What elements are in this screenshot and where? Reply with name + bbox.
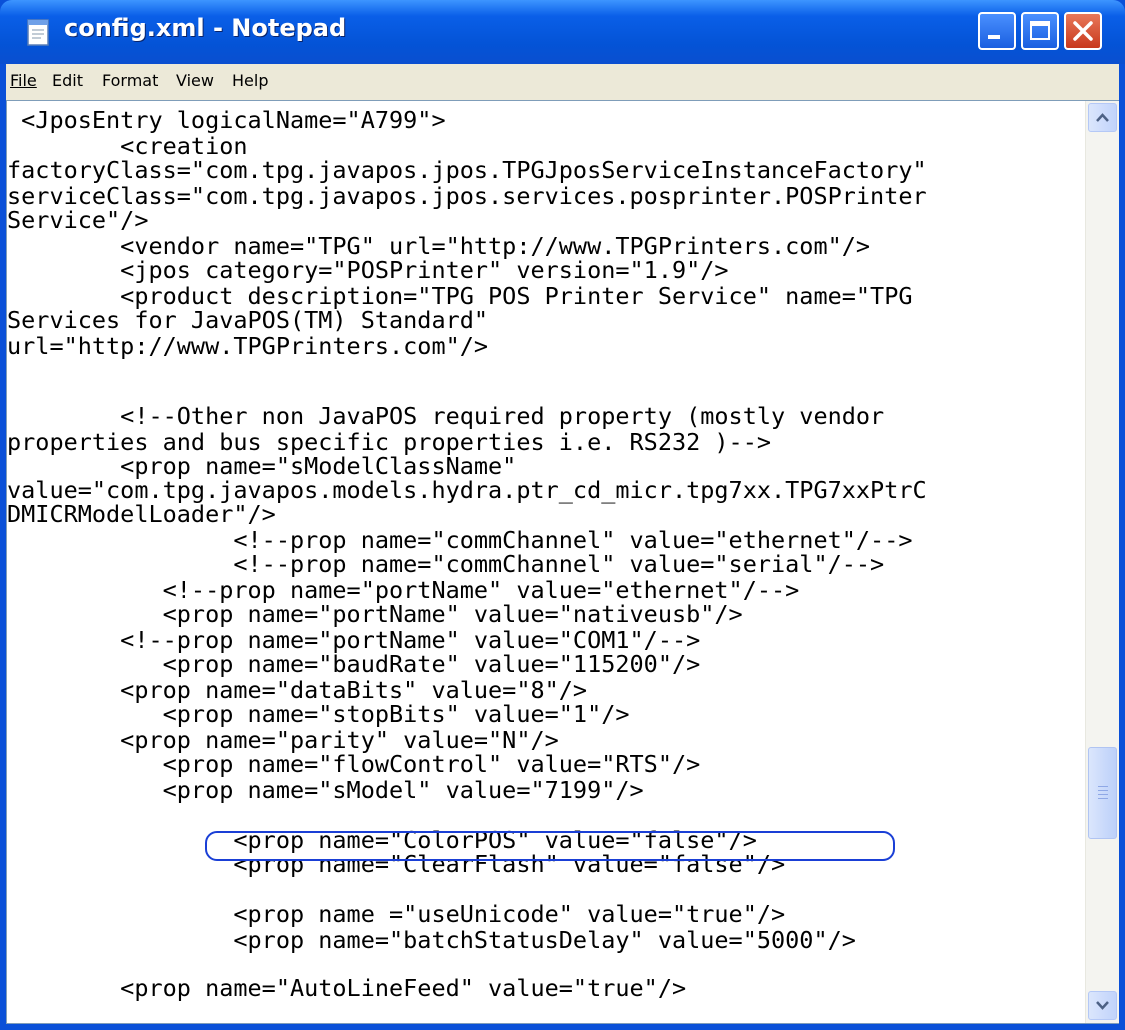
text-line: <prop name="stopBits" value="1"/>: [7, 700, 630, 728]
text-line: <prop name="sModel" value="7199"/>: [7, 776, 644, 804]
menu-file-label: File: [10, 71, 37, 90]
maximize-icon: [1030, 21, 1050, 40]
minimize-button[interactable]: [978, 12, 1016, 50]
text-line: DMICRModelLoader"/>: [7, 500, 276, 528]
menu-help[interactable]: Help: [232, 71, 268, 90]
menu-format-label: Format: [102, 71, 159, 90]
text-editor[interactable]: <JposEntry logicalName="A799"> <creation…: [6, 100, 1119, 1024]
minimize-icon: [988, 35, 1000, 39]
scroll-down-button[interactable]: [1088, 991, 1117, 1020]
window-title: config.xml - Notepad: [64, 14, 347, 42]
text-line: url="http://www.TPGPrinters.com"/>: [7, 332, 489, 360]
menu-help-label: Help: [232, 71, 269, 90]
grip-line: [1098, 798, 1108, 799]
grip-line: [1098, 790, 1108, 791]
highlight-ellipse: [205, 831, 895, 861]
title-bar[interactable]: config.xml - Notepad: [0, 0, 1125, 64]
menu-bar: File Edit Format View Help: [6, 64, 1119, 100]
text-line: <prop name="batchStatusDelay" value="500…: [7, 926, 856, 954]
notepad-window: config.xml - Notepad File Edit Format Vi…: [0, 0, 1125, 1030]
chevron-up-icon: [1096, 113, 1109, 122]
close-icon: [1073, 21, 1093, 41]
text-line: factoryClass="com.tpg.javapos.jpos.TPGJp…: [7, 156, 927, 184]
menu-view-label: View: [176, 71, 214, 90]
scroll-thumb[interactable]: [1088, 747, 1117, 839]
menu-file[interactable]: File: [10, 71, 37, 90]
menu-view[interactable]: View: [176, 71, 214, 90]
close-button[interactable]: [1064, 12, 1102, 50]
menu-format[interactable]: Format: [102, 71, 158, 90]
grip-line: [1098, 786, 1108, 787]
text-line: <prop name="portName" value="nativeusb"/…: [7, 600, 743, 628]
text-line: <prop name="AutoLineFeed" value="true"/>: [7, 974, 687, 1002]
menu-edit[interactable]: Edit: [52, 71, 83, 90]
text-line: <!--Other non JavaPOS required property …: [7, 402, 885, 430]
text-line: Service"/>: [7, 206, 149, 234]
vertical-scrollbar[interactable]: [1085, 101, 1119, 1023]
menu-edit-label: Edit: [52, 71, 83, 90]
text-line: <!--prop name="commChannel" value="seria…: [7, 550, 885, 578]
maximize-button[interactable]: [1021, 12, 1059, 50]
text-line: <jpos category="POSPrinter" version="1.9…: [7, 256, 729, 284]
text-line: <prop name ="useUnicode" value="true"/>: [7, 900, 786, 928]
grip-line: [1098, 794, 1108, 795]
text-line: <prop name="baudRate" value="115200"/>: [7, 650, 701, 678]
text-line: Services for JavaPOS(TM) Standard": [7, 306, 489, 334]
scroll-up-button[interactable]: [1088, 103, 1117, 132]
text-line: <prop name="flowControl" value="RTS"/>: [7, 750, 701, 778]
text-content[interactable]: <JposEntry logicalName="A799"> <creation…: [7, 101, 1085, 1023]
chevron-down-icon: [1096, 1001, 1109, 1010]
notepad-icon: [26, 17, 52, 47]
text-line: <JposEntry logicalName="A799">: [7, 106, 446, 134]
